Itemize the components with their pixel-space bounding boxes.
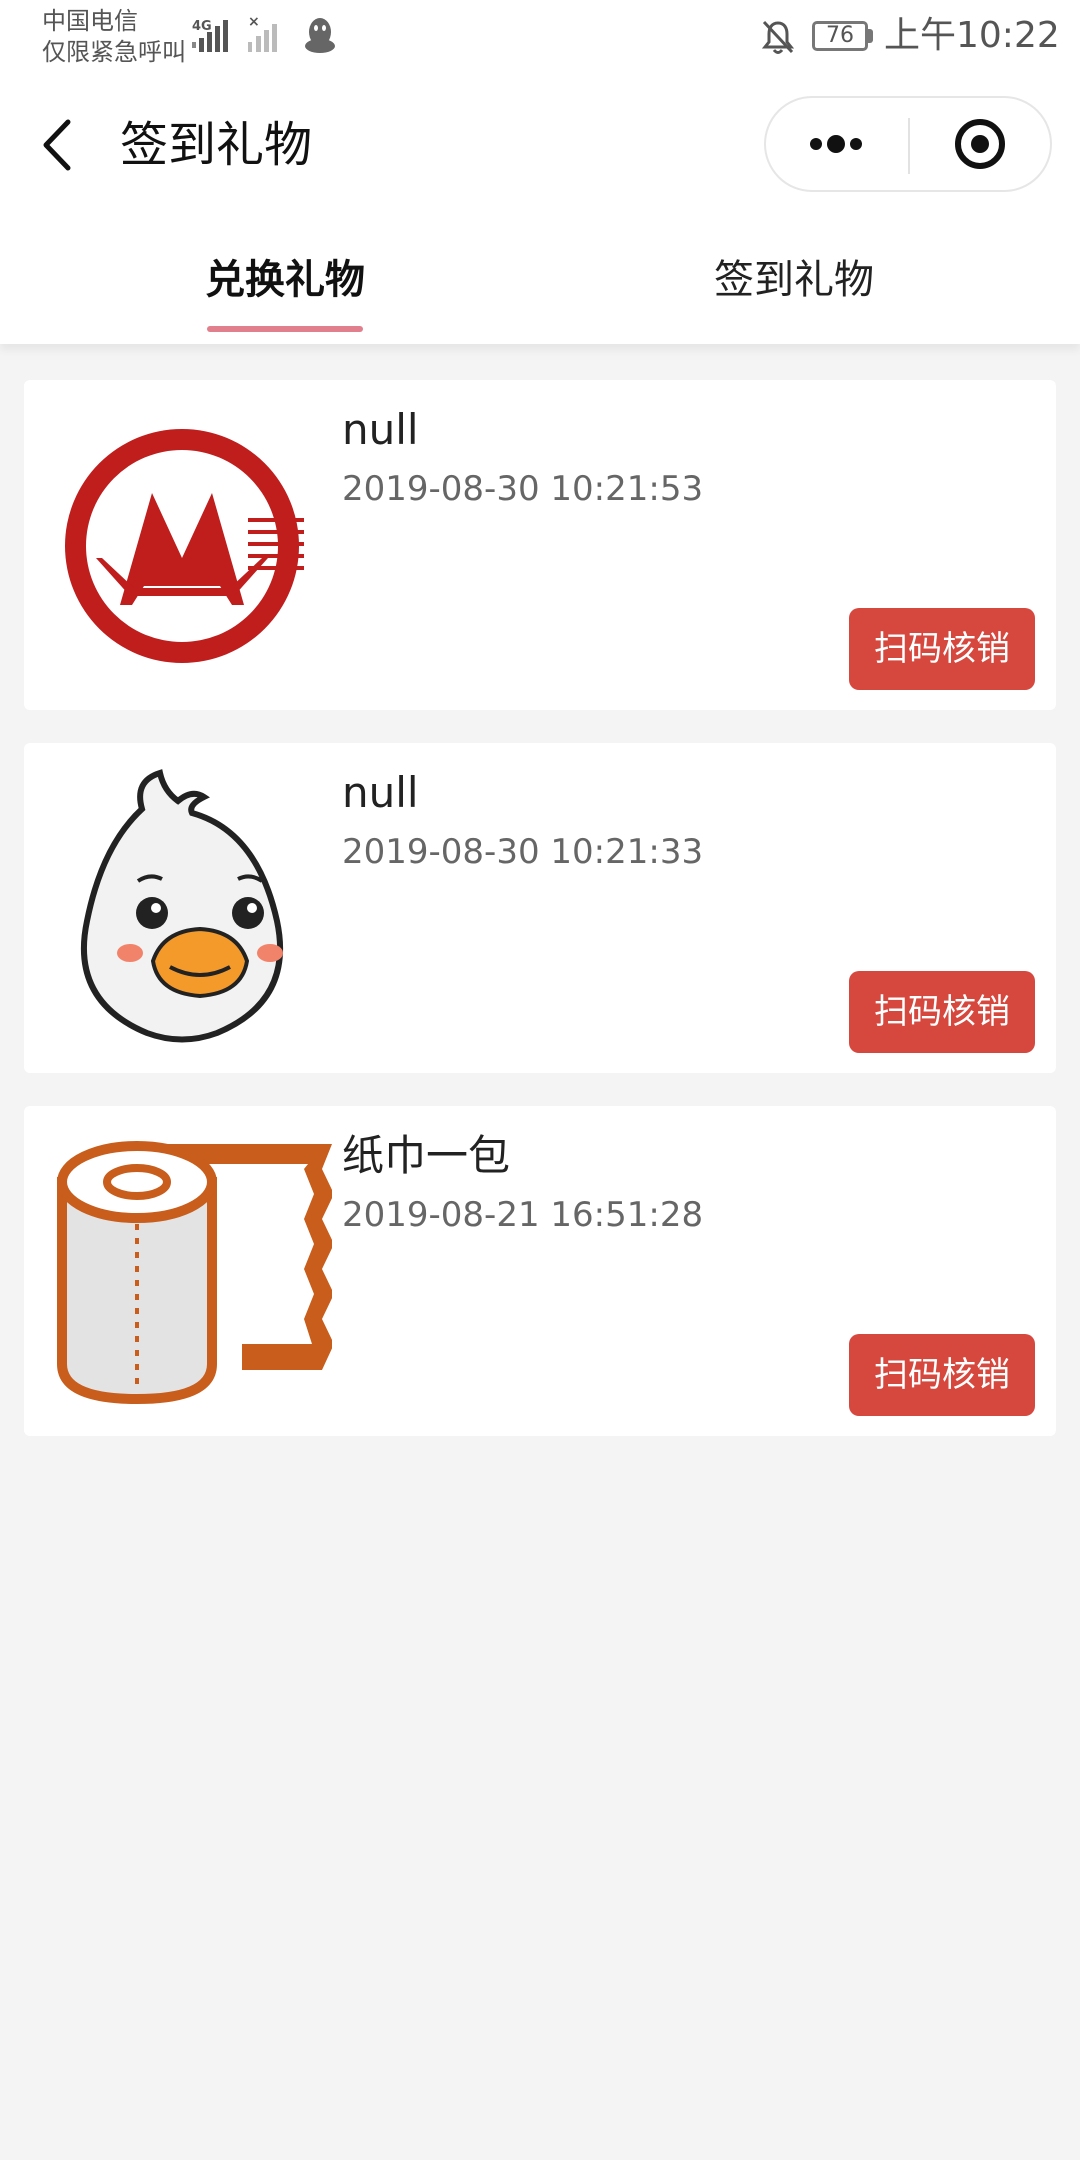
duck-face-image xyxy=(80,769,284,1043)
gift-card: null 2019-08-30 10:21:53 扫码核销 xyxy=(24,380,1056,710)
network-type: 4G xyxy=(192,19,212,34)
more-options-icon[interactable] xyxy=(766,98,908,190)
mini-program-capsule xyxy=(764,96,1052,192)
active-tab-indicator xyxy=(207,326,363,332)
scan-redeem-button[interactable]: 扫码核销 xyxy=(849,1334,1035,1416)
back-arrow-icon[interactable] xyxy=(34,112,84,178)
carrier-status: 仅限紧急呼叫 xyxy=(42,38,186,66)
tab-bar: 兑换礼物 签到礼物 xyxy=(0,216,1080,344)
status-bar: 中国电信 仅限紧急呼叫 4G × 76 上午10:22 xyxy=(0,0,1080,72)
battery-indicator: 76 xyxy=(812,21,868,51)
gift-card: 纸巾一包 2019-08-21 16:51:28 扫码核销 xyxy=(24,1106,1056,1436)
gift-name: null xyxy=(342,768,419,817)
gift-time: 2019-08-30 10:21:53 xyxy=(342,469,704,509)
gift-name: 纸巾一包 xyxy=(342,1131,511,1180)
battery-tip xyxy=(868,29,873,43)
gift-time: 2019-08-30 10:21:33 xyxy=(342,832,704,872)
close-mini-program-icon[interactable] xyxy=(910,98,1050,190)
gift-time: 2019-08-21 16:51:28 xyxy=(342,1195,704,1235)
svg-text:×: × xyxy=(248,16,260,30)
navigation-bar: 签到礼物 xyxy=(0,72,1080,216)
qq-icon xyxy=(305,18,335,53)
tab-checkin-gifts[interactable]: 签到礼物 xyxy=(694,216,894,344)
scan-redeem-button[interactable]: 扫码核销 xyxy=(849,608,1035,690)
gift-card: null 2019-08-30 10:21:33 扫码核销 xyxy=(24,743,1056,1073)
mute-bell-icon xyxy=(761,20,795,54)
tab-exchange-gifts[interactable]: 兑换礼物 xyxy=(185,216,385,344)
page-title: 签到礼物 xyxy=(120,117,313,173)
gift-name: null xyxy=(342,405,419,454)
carrier-info: 中国电信 仅限紧急呼叫 xyxy=(42,6,186,68)
carrier-name: 中国电信 xyxy=(42,7,138,35)
clock: 上午10:22 xyxy=(884,15,1060,56)
bank-logo-image xyxy=(65,429,304,663)
scan-redeem-button[interactable]: 扫码核销 xyxy=(849,971,1035,1053)
tissue-roll-image xyxy=(57,1141,332,1405)
